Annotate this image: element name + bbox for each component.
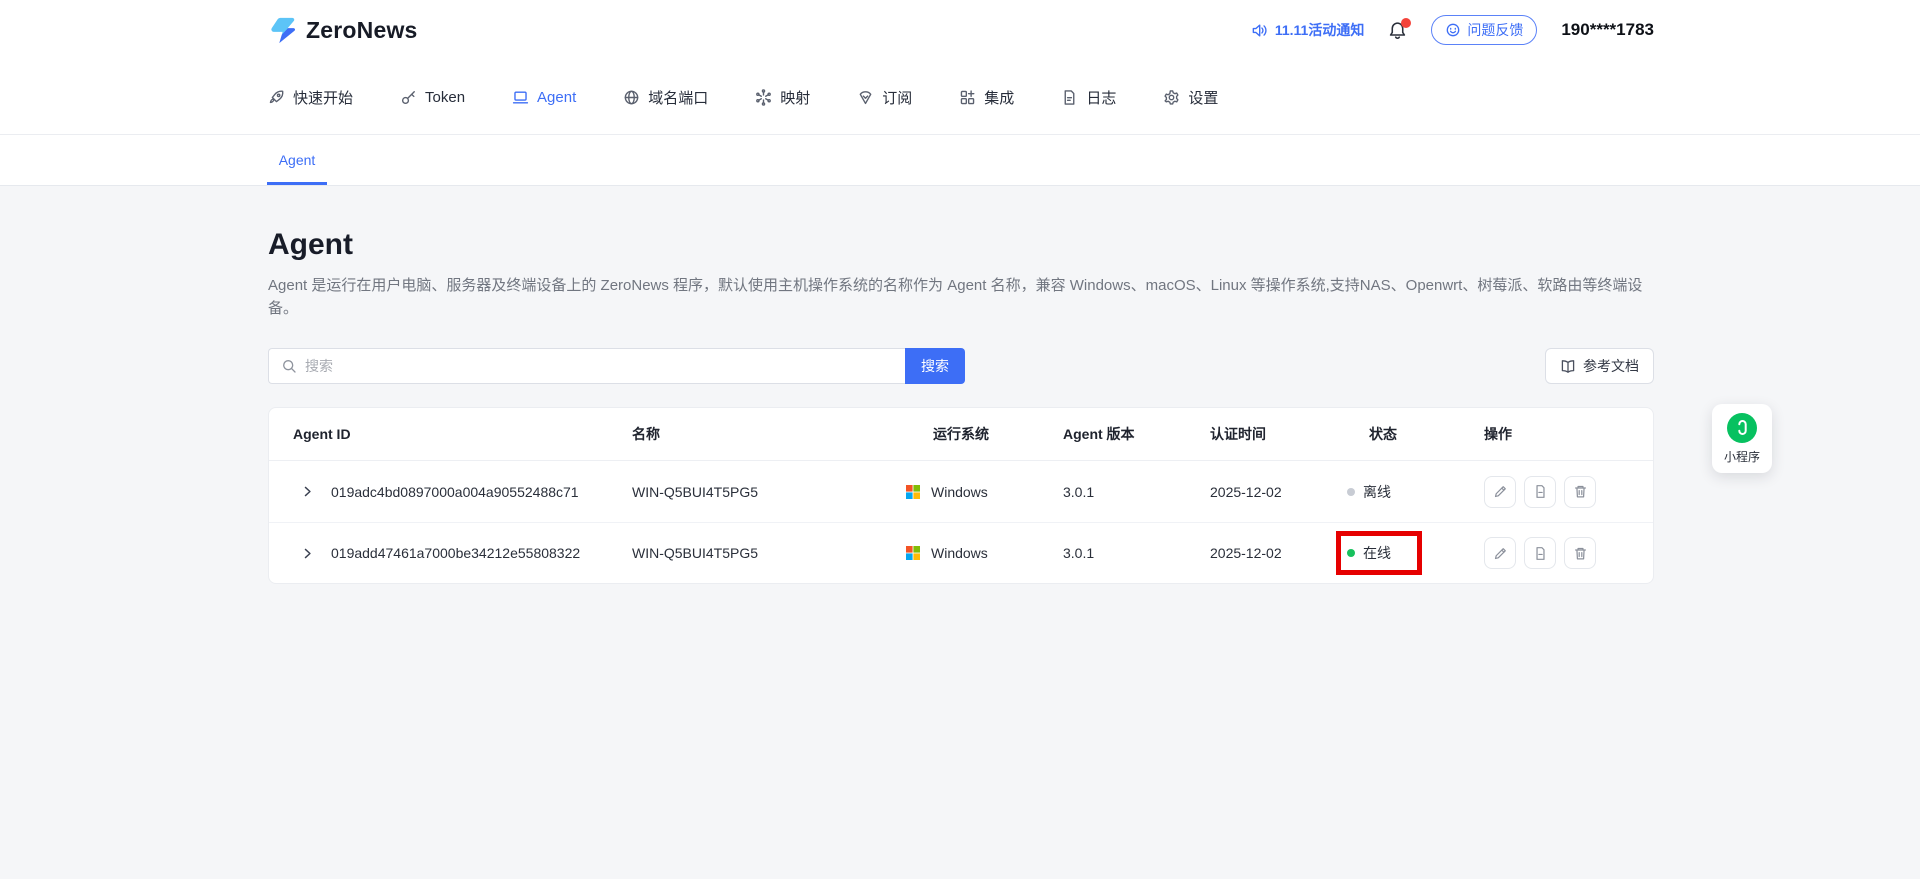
status-badge: 在线 [1336, 531, 1422, 575]
trash-icon [1573, 484, 1588, 499]
column-header-name: 名称 [632, 424, 905, 444]
globe-icon [623, 89, 640, 106]
windows-logo-icon [905, 484, 921, 500]
account-phone[interactable]: 190****1783 [1561, 20, 1654, 40]
row-actions [1484, 537, 1653, 569]
nodes-icon [755, 89, 772, 106]
nav-item-token[interactable]: Token [400, 89, 465, 106]
sub-tab-agent[interactable]: Agent [267, 135, 327, 185]
grid-plus-icon [959, 89, 976, 106]
nav-item-settings[interactable]: 设置 [1163, 87, 1218, 108]
version-cell: 3.0.1 [1063, 545, 1210, 561]
agent-id-cell: 019adc4bd0897000a004a90552488c71 [331, 484, 632, 500]
delete-button[interactable] [1564, 476, 1596, 508]
row-expand-chevron[interactable] [293, 485, 331, 498]
version-cell: 3.0.1 [1063, 484, 1210, 500]
unread-badge [1401, 18, 1411, 28]
feedback-button[interactable]: 问题反馈 [1431, 15, 1537, 45]
document-icon [1061, 89, 1078, 106]
mini-program-label: 小程序 [1724, 448, 1760, 465]
main-content: Agent Agent 是运行在用户电脑、服务器及终端设备上的 ZeroNews… [0, 186, 1920, 584]
trash-icon [1573, 546, 1588, 561]
edit-button[interactable] [1484, 476, 1516, 508]
nav-item-integration[interactable]: 集成 [959, 87, 1014, 108]
mini-program-float-button[interactable]: 小程序 [1712, 404, 1772, 473]
chevron-right-icon [301, 485, 314, 498]
page-title: Agent [268, 228, 1653, 262]
agent-id-cell: 019add47461a7000be34212e55808322 [331, 545, 632, 561]
gem-icon [857, 89, 874, 106]
laptop-icon [512, 89, 529, 106]
edit-button[interactable] [1484, 537, 1516, 569]
nav-item-quick-start[interactable]: 快速开始 [268, 87, 353, 108]
feedback-label: 问题反馈 [1467, 20, 1523, 40]
chevron-right-icon [301, 547, 314, 560]
page-description: Agent 是运行在用户电脑、服务器及终端设备上的 ZeroNews 程序，默认… [268, 274, 1653, 320]
column-header-actions: 操作 [1484, 424, 1653, 444]
column-header-status: 状态 [1369, 424, 1484, 444]
gear-icon [1163, 89, 1180, 106]
main-nav: 快速开始 Token Agent 域名端口 映射 订阅 集成 日志 设置 [0, 60, 1920, 135]
log-button[interactable] [1524, 537, 1556, 569]
log-button[interactable] [1524, 476, 1556, 508]
status-badge: 离线 [1336, 470, 1422, 514]
lightning-logo-icon [268, 15, 298, 45]
notification-bell[interactable] [1388, 21, 1407, 40]
table-row: 019adc4bd0897000a004a90552488c71 WIN-Q5B… [269, 461, 1653, 522]
status-dot-icon [1347, 488, 1355, 496]
row-expand-chevron[interactable] [293, 547, 331, 560]
mini-program-icon [1727, 413, 1757, 443]
column-header-auth-time: 认证时间 [1210, 424, 1369, 444]
search-group: 搜索 [268, 348, 965, 384]
smiley-icon [1445, 22, 1461, 38]
file-icon [1533, 484, 1548, 499]
agent-name-cell: WIN-Q5BUI4T5PG5 [632, 545, 905, 561]
key-icon [400, 89, 417, 106]
reference-docs-button[interactable]: 参考文档 [1545, 348, 1654, 384]
pencil-icon [1493, 484, 1508, 499]
column-header-version: Agent 版本 [1063, 424, 1210, 444]
os-cell: Windows [905, 545, 1063, 561]
delete-button[interactable] [1564, 537, 1596, 569]
announcement-label: 11.11活动通知 [1275, 20, 1365, 40]
search-input[interactable] [305, 358, 893, 374]
column-header-os: 运行系统 [905, 424, 1063, 444]
nav-item-logs[interactable]: 日志 [1061, 87, 1116, 108]
row-actions [1484, 476, 1653, 508]
search-box [268, 348, 905, 384]
toolbar: 搜索 参考文档 [268, 348, 1654, 384]
nav-item-agent[interactable]: Agent [512, 89, 576, 106]
docs-label: 参考文档 [1583, 356, 1639, 376]
speaker-icon [1251, 22, 1268, 39]
nav-item-domain-port[interactable]: 域名端口 [623, 87, 708, 108]
nav-item-mapping[interactable]: 映射 [755, 87, 810, 108]
announcement-link[interactable]: 11.11活动通知 [1251, 20, 1365, 40]
top-bar: ZeroNews 11.11活动通知 问题反馈 190****1783 [0, 0, 1920, 60]
nav-item-subscription[interactable]: 订阅 [857, 87, 912, 108]
search-button[interactable]: 搜索 [905, 348, 965, 384]
rocket-icon [268, 89, 285, 106]
agent-table: Agent ID 名称 运行系统 Agent 版本 认证时间 状态 操作 019… [268, 407, 1654, 584]
sub-tab-bar: Agent [0, 135, 1920, 186]
agent-name-cell: WIN-Q5BUI4T5PG5 [632, 484, 905, 500]
top-right-area: 11.11活动通知 问题反馈 190****1783 [1251, 15, 1654, 45]
file-icon [1533, 546, 1548, 561]
windows-logo-icon [905, 545, 921, 561]
brand-logo[interactable]: ZeroNews [268, 15, 418, 45]
active-tab-underline [267, 182, 327, 185]
pencil-icon [1493, 546, 1508, 561]
book-icon [1560, 358, 1576, 374]
status-dot-icon [1347, 549, 1355, 557]
table-row: 019add47461a7000be34212e55808322 WIN-Q5B… [269, 522, 1653, 583]
brand-name: ZeroNews [306, 17, 418, 44]
table-header-row: Agent ID 名称 运行系统 Agent 版本 认证时间 状态 操作 [269, 408, 1653, 461]
search-icon [281, 358, 297, 374]
status-cell: 在线 [1369, 531, 1484, 575]
status-cell: 离线 [1369, 470, 1484, 514]
column-header-agent-id: Agent ID [293, 426, 632, 442]
os-cell: Windows [905, 484, 1063, 500]
